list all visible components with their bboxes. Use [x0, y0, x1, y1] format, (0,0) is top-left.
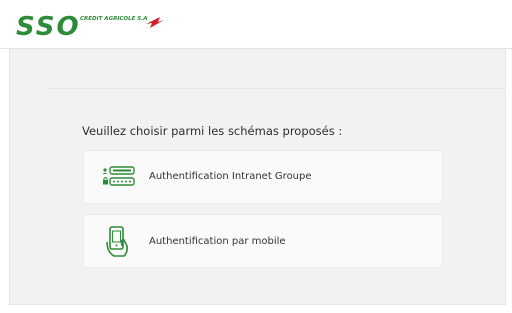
sso-logo: SSO CREDIT AGRICOLE S.A: [14, 8, 179, 42]
main-panel: Veuillez choisir parmi les schémas propo…: [9, 49, 506, 305]
svg-text:SSO: SSO: [16, 12, 81, 42]
svg-text:CREDIT AGRICOLE S.A: CREDIT AGRICOLE S.A: [80, 16, 148, 22]
option-mobile[interactable]: Authentification par mobile: [83, 214, 443, 268]
divider: [47, 88, 505, 89]
mobile-hand-icon: [106, 226, 130, 262]
option-mobile-label: Authentification par mobile: [149, 236, 286, 247]
login-password-icon: [102, 166, 136, 192]
header-bar: SSO CREDIT AGRICOLE S.A: [0, 0, 512, 49]
option-intranet-groupe[interactable]: Authentification Intranet Groupe: [83, 150, 443, 204]
option-intranet-label: Authentification Intranet Groupe: [149, 171, 312, 182]
scheme-prompt: Veuillez choisir parmi les schémas propo…: [82, 124, 343, 138]
